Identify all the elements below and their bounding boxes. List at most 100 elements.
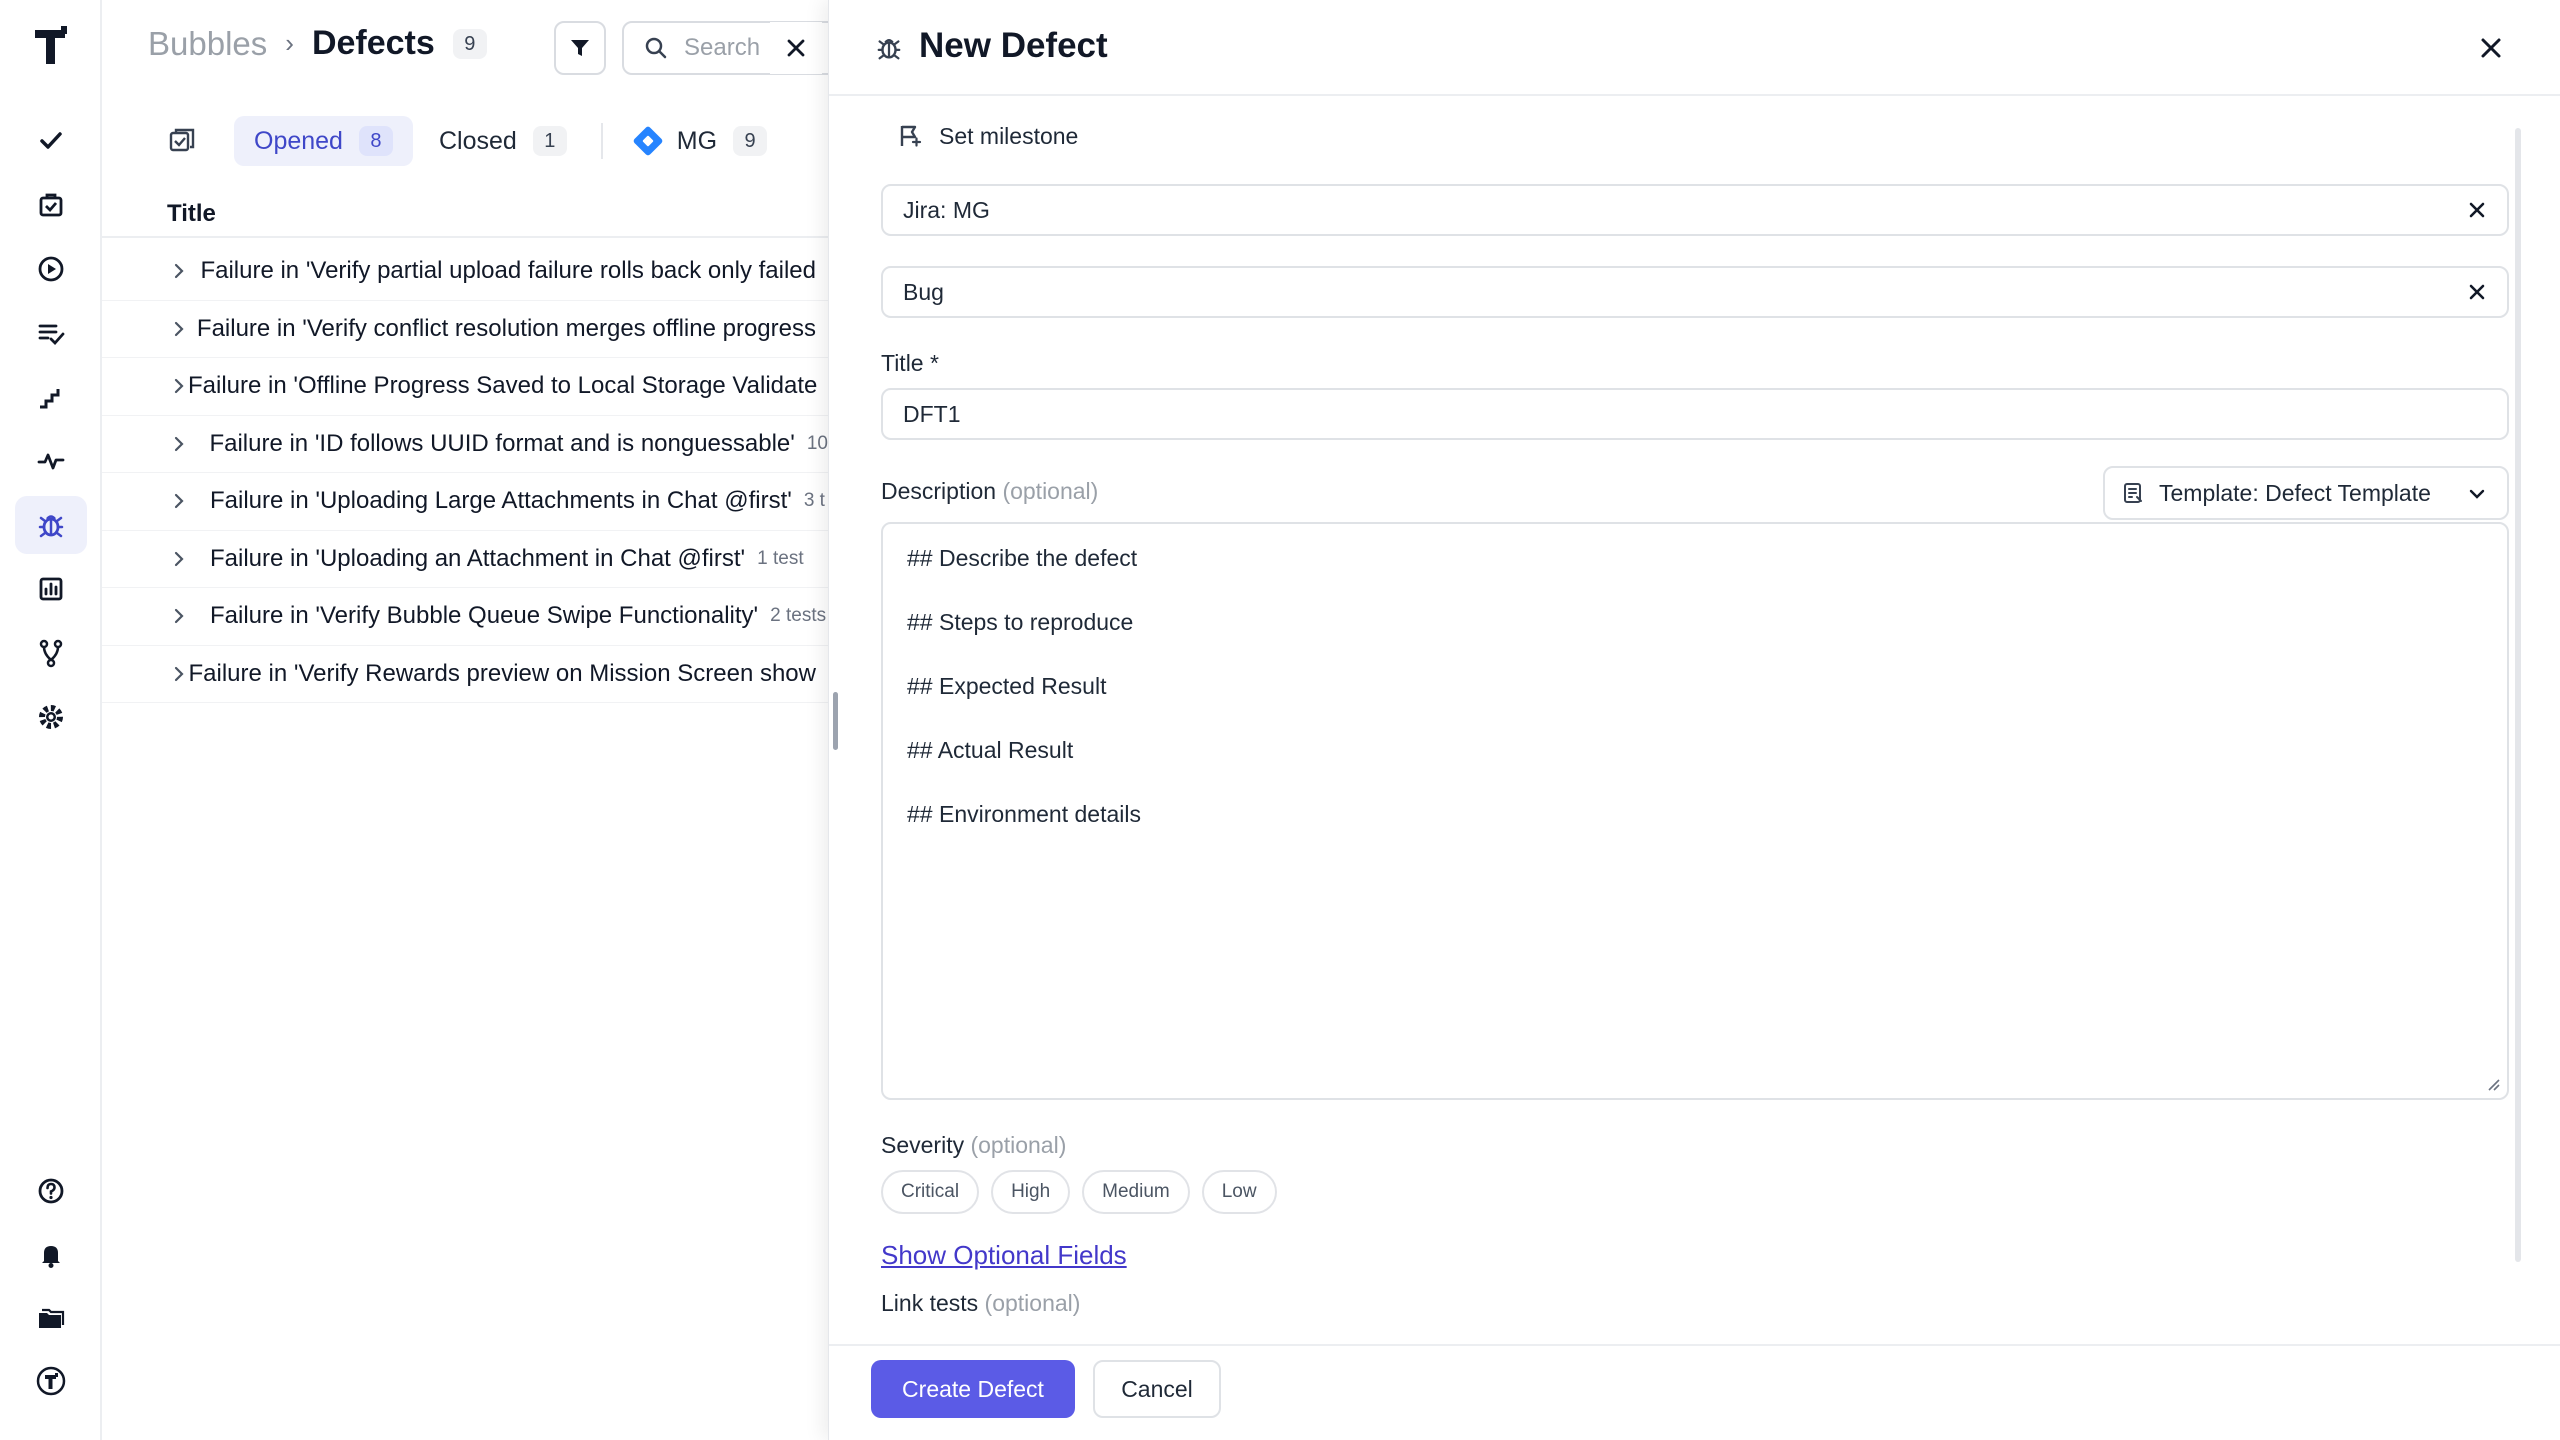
nav-runs-icon[interactable] xyxy=(15,240,87,298)
severity-medium-chip[interactable]: Medium xyxy=(1082,1170,1190,1214)
close-panel-icon[interactable] xyxy=(2473,30,2509,66)
tab-jira-count: 9 xyxy=(733,126,768,156)
search-icon xyxy=(645,37,667,59)
tab-opened-label: Opened xyxy=(254,126,343,155)
tab-jira-label: MG xyxy=(676,126,718,155)
chevron-right-icon[interactable] xyxy=(170,607,210,625)
create-defect-button[interactable]: Create Defect xyxy=(871,1360,1075,1418)
nav-checklist-icon[interactable] xyxy=(15,304,87,362)
clear-jira-icon[interactable] xyxy=(2465,198,2489,222)
testomat-logo-icon[interactable] xyxy=(31,24,71,68)
clear-search-button[interactable] xyxy=(770,22,822,74)
description-line: ## Environment details xyxy=(907,801,1141,827)
nav-tests-icon[interactable] xyxy=(15,112,87,170)
description-label-text: Description xyxy=(881,478,997,504)
table-row[interactable]: Failure in 'Uploading an Attachment in C… xyxy=(102,531,828,588)
panel-resize-handle[interactable] xyxy=(833,692,838,750)
search-placeholder: Search xyxy=(684,34,761,61)
row-title: Failure in 'Verify partial upload failur… xyxy=(200,257,816,285)
jira-project-select[interactable]: Jira: MG xyxy=(881,184,2509,236)
chevron-right-icon[interactable] xyxy=(170,377,188,395)
table-row[interactable]: Failure in 'Verify Rewards preview on Mi… xyxy=(102,646,828,703)
set-milestone-button[interactable]: Set milestone xyxy=(897,116,1078,156)
cancel-button[interactable]: Cancel xyxy=(1093,1360,1221,1418)
nav-settings-icon[interactable] xyxy=(15,688,87,746)
tab-opened[interactable]: Opened 8 xyxy=(234,116,413,166)
filter-button[interactable] xyxy=(554,21,606,75)
nav-plans-icon[interactable] xyxy=(15,176,87,234)
chevron-right-icon[interactable] xyxy=(170,492,210,510)
panel-title: New Defect xyxy=(919,26,1108,65)
description-textarea[interactable]: ## Describe the defect ## Steps to repro… xyxy=(881,522,2509,1100)
link-tests-optional-hint: (optional) xyxy=(984,1290,1081,1316)
panel-footer: Create Defect Cancel xyxy=(829,1344,2560,1440)
clear-issue-type-icon[interactable] xyxy=(2465,280,2489,304)
row-meta: 2 tests xyxy=(770,605,827,627)
row-title: Failure in 'ID follows UUID format and i… xyxy=(209,429,795,457)
close-icon xyxy=(787,39,805,57)
textarea-resize-icon[interactable] xyxy=(2485,1076,2501,1092)
select-all-button[interactable] xyxy=(152,116,212,166)
table-row[interactable]: Failure in 'Verify conflict resolution m… xyxy=(102,301,828,358)
description-optional-hint: (optional) xyxy=(1002,478,1099,504)
nav-projects-icon[interactable] xyxy=(15,1290,87,1348)
row-title: Failure in 'Verify Rewards preview on Mi… xyxy=(188,659,816,687)
tab-closed[interactable]: Closed 1 xyxy=(419,116,587,166)
title-input[interactable]: DFT1 xyxy=(881,388,2509,440)
tab-jira-mg[interactable]: MG 9 xyxy=(617,116,787,166)
bug-icon xyxy=(877,38,901,60)
filter-icon xyxy=(571,40,589,56)
nav-branches-icon[interactable] xyxy=(15,624,87,682)
issue-type-value: Bug xyxy=(903,278,944,305)
breadcrumb-parent[interactable]: Bubbles xyxy=(148,25,267,63)
template-select[interactable]: Template: Defect Template xyxy=(2103,466,2509,520)
table-row[interactable]: Failure in 'Verify Bubble Queue Swipe Fu… xyxy=(102,588,828,646)
severity-high-chip[interactable]: High xyxy=(991,1170,1071,1214)
row-meta: 1 test xyxy=(757,547,804,569)
row-title: Failure in 'Verify Bubble Queue Swipe Fu… xyxy=(210,602,759,630)
row-title: Failure in 'Uploading Large Attachments … xyxy=(210,487,792,515)
severity-optional-hint: (optional) xyxy=(970,1132,1067,1158)
tab-divider xyxy=(600,123,603,159)
table-row[interactable]: Failure in 'Uploading Large Attachments … xyxy=(102,473,828,531)
chevron-right-icon[interactable] xyxy=(170,262,200,280)
column-title[interactable]: Title xyxy=(167,200,216,228)
nav-analytics-icon[interactable] xyxy=(15,560,87,618)
issue-type-select[interactable]: Bug xyxy=(881,266,2509,318)
panel-scrollbar[interactable] xyxy=(2515,128,2521,1262)
defects-table: Failure in 'Verify partial upload failur… xyxy=(102,243,828,703)
row-meta: 10 xyxy=(806,432,828,454)
nav-pulse-icon[interactable] xyxy=(15,432,87,490)
chevron-right-icon[interactable] xyxy=(170,550,210,568)
breadcrumb-separator-icon: › xyxy=(285,28,294,58)
title-label: Title * xyxy=(881,350,939,376)
chevron-right-icon[interactable] xyxy=(170,320,197,338)
nav-steps-icon[interactable] xyxy=(15,368,87,426)
nav-defects-icon[interactable] xyxy=(15,496,87,554)
set-milestone-label: Set milestone xyxy=(939,122,1079,149)
tab-opened-count: 8 xyxy=(358,126,393,156)
panel-header: New Defect xyxy=(829,0,2560,96)
severity-low-chip[interactable]: Low xyxy=(1201,1170,1277,1214)
template-label: Template: Defect Template xyxy=(2159,479,2431,506)
description-line: ## Steps to reproduce xyxy=(907,609,1134,635)
table-row[interactable]: Failure in 'Offline Progress Saved to Lo… xyxy=(102,358,828,416)
defects-count-badge: 9 xyxy=(452,28,487,59)
tab-closed-label: Closed xyxy=(438,126,517,155)
severity-label: Severity (optional) xyxy=(881,1132,1066,1159)
show-optional-fields-link[interactable]: Show Optional Fields xyxy=(881,1240,1127,1271)
defect-tabs: Opened 8 Closed 1 MG 9 xyxy=(152,116,787,166)
chevron-right-icon[interactable] xyxy=(170,435,209,453)
description-line: ## Actual Result xyxy=(907,737,1074,763)
description-label: Description (optional) xyxy=(881,478,1098,505)
severity-critical-chip[interactable]: Critical xyxy=(881,1170,980,1214)
row-title: Failure in 'Verify conflict resolution m… xyxy=(196,314,816,342)
chevron-right-icon[interactable] xyxy=(170,665,188,683)
nav-help-icon[interactable] xyxy=(15,1162,87,1220)
multi-select-icon xyxy=(169,128,195,152)
table-row[interactable]: Failure in 'Verify partial upload failur… xyxy=(102,243,828,301)
user-avatar-icon[interactable] xyxy=(15,1352,87,1410)
description-line: ## Expected Result xyxy=(907,673,1107,699)
table-row[interactable]: Failure in 'ID follows UUID format and i… xyxy=(102,416,828,473)
nav-notifications-icon[interactable] xyxy=(15,1226,87,1284)
